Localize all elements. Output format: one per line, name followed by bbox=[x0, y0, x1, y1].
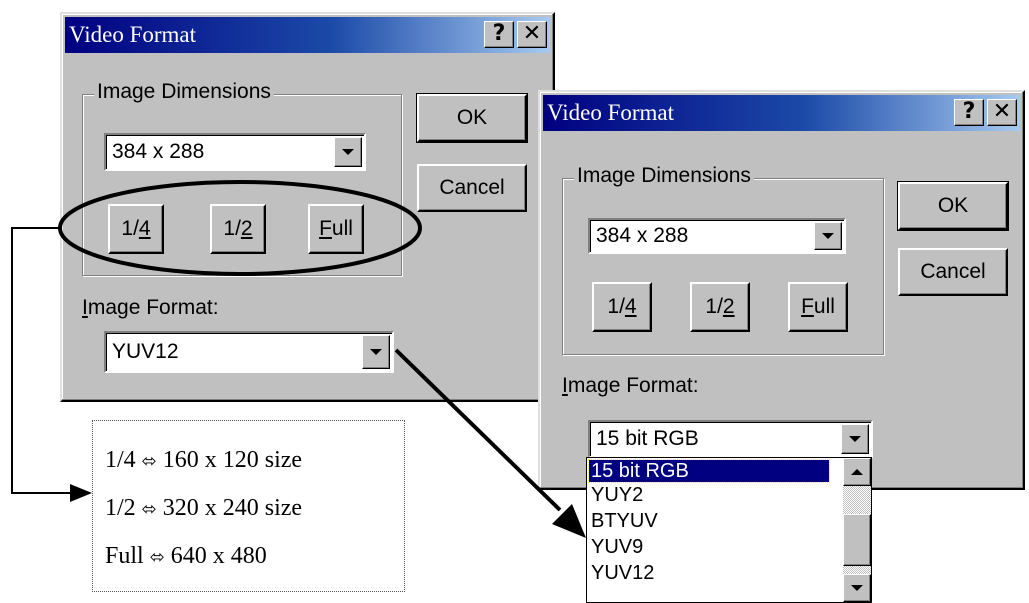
annotation-overlay bbox=[11, 180, 586, 538]
connector-line bbox=[11, 227, 72, 494]
highlight-ellipse bbox=[58, 180, 422, 276]
connector-arrowhead bbox=[70, 484, 92, 502]
format-arrow-line bbox=[394, 348, 562, 512]
